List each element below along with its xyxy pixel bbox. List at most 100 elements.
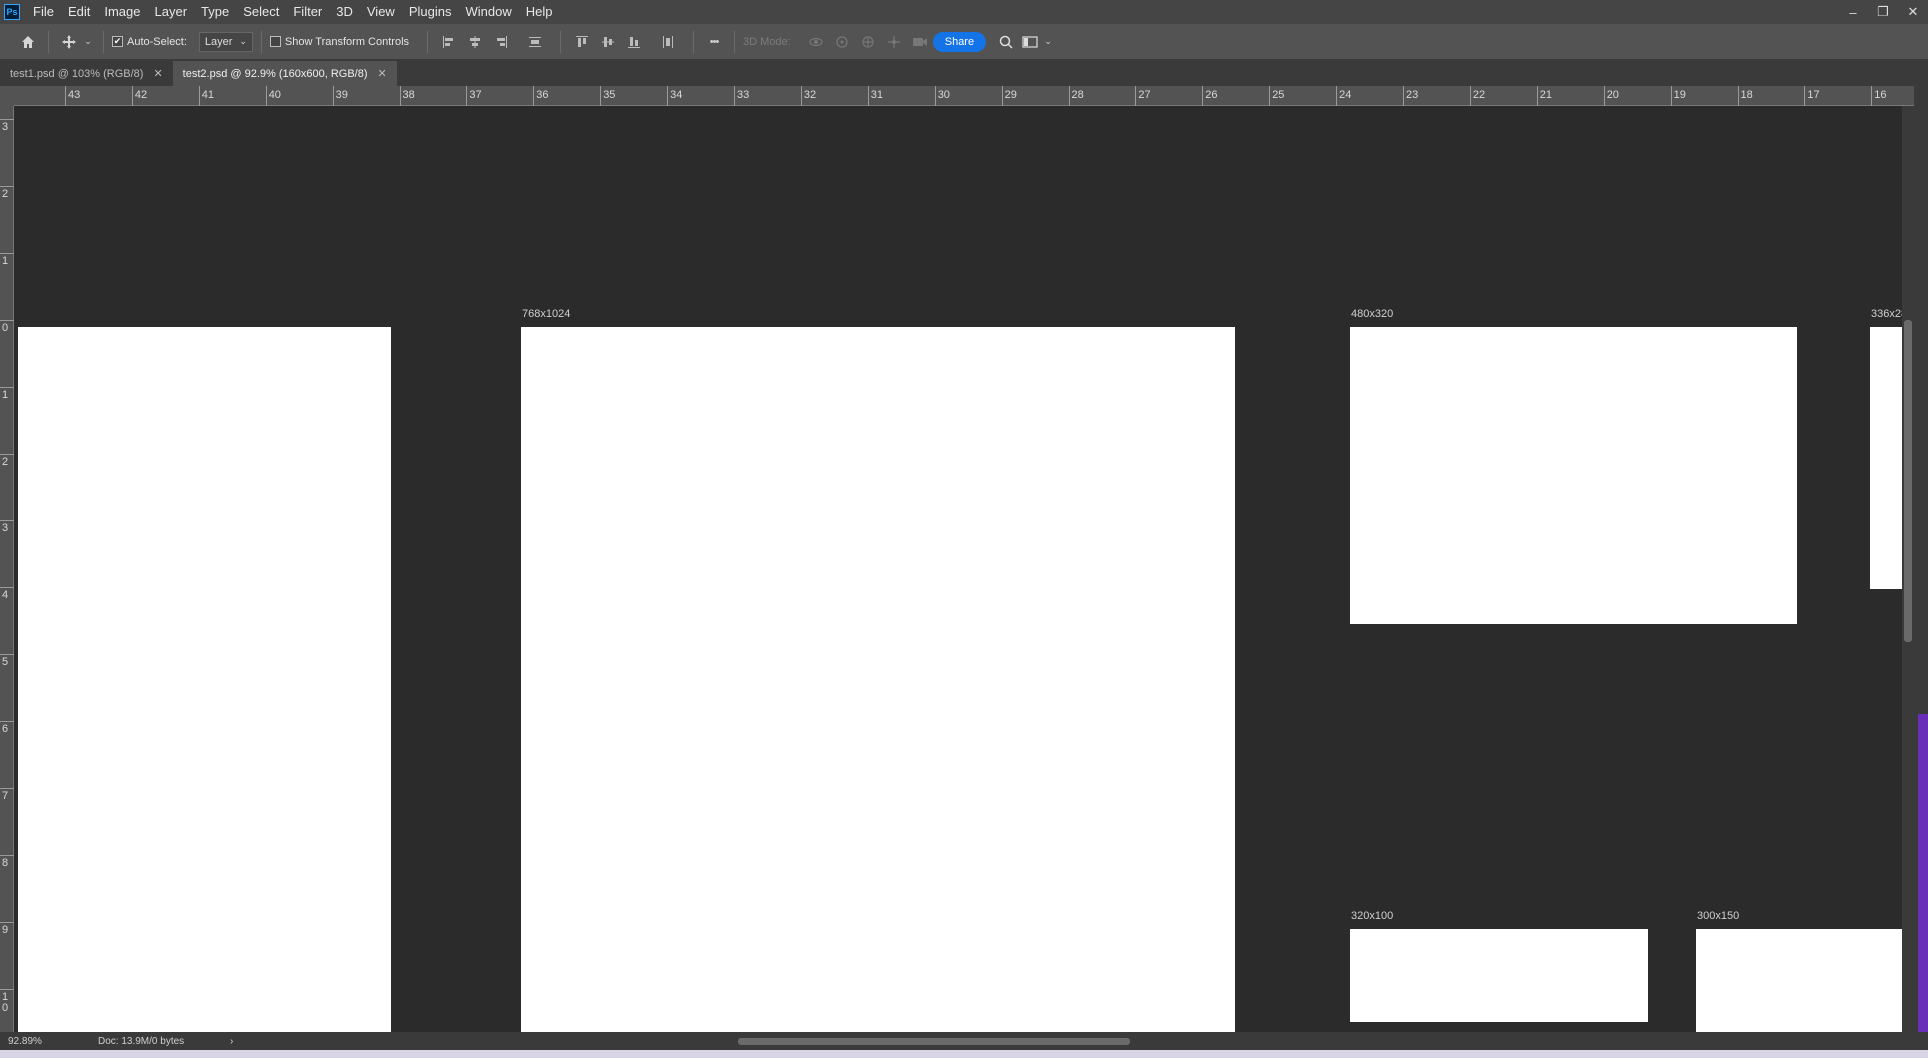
ruler-tick: 18 [1737, 86, 1753, 106]
tab-test2[interactable]: test2.psd @ 92.9% (160x600, RGB/8) ✕ [172, 61, 397, 86]
vertical-ruler[interactable]: 32101234567891 0 [0, 106, 14, 1032]
vertical-scrollbar[interactable] [1902, 106, 1914, 1032]
ruler-tick-label: 39 [335, 89, 348, 101]
artboard-480x320[interactable] [1350, 327, 1797, 624]
horizontal-scrollbar[interactable] [252, 1036, 1902, 1046]
move-tool-icon[interactable] [57, 30, 81, 54]
more-options-button[interactable]: ••• [702, 30, 726, 54]
ruler-tick-label: 27 [1138, 89, 1151, 101]
3d-pan-icon [857, 31, 879, 53]
align-horizontal-centers-icon[interactable] [464, 31, 486, 53]
ruler-tick-label: 21 [1539, 89, 1553, 101]
ruler-corner[interactable] [0, 86, 14, 106]
menu-file[interactable]: File [26, 0, 61, 24]
auto-select-checkbox[interactable]: ✔ [112, 36, 123, 47]
ruler-tick-label: 3 [2, 522, 9, 535]
ruler-tick: 3 [0, 119, 14, 133]
home-icon[interactable] [16, 30, 40, 54]
ruler-tick-label: 36 [536, 89, 549, 101]
artboard-label[interactable]: 768x1024 [522, 308, 570, 320]
3d-mode-label: 3D Mode: [743, 35, 791, 48]
artboard-300x150[interactable] [1696, 929, 1902, 1032]
ruler-tick-label: 5 [2, 656, 9, 669]
horizontal-ruler[interactable]: 43 42 41 40 39 38 37 36 35 34 33 32 31 30 29 28 27 26 25 24… [14, 86, 1914, 106]
restore-button[interactable]: ❐ [1868, 0, 1898, 24]
tool-preset-chevron-icon[interactable]: ⌄ [81, 30, 95, 54]
ruler-tick-label: 26 [1205, 89, 1218, 101]
menu-view[interactable]: View [360, 0, 402, 24]
ruler-tick: 22 [1469, 86, 1485, 106]
artboard-left[interactable] [18, 327, 391, 1032]
menu-image[interactable]: Image [97, 0, 147, 24]
ruler-tick-label: 35 [603, 89, 616, 101]
ruler-tick-label: 38 [402, 89, 415, 101]
ruler-tick-label: 0 [2, 321, 9, 334]
close-tab-icon[interactable]: ✕ [153, 67, 162, 80]
align-top-edges-icon[interactable] [571, 31, 593, 53]
ruler-tick: 34 [667, 86, 682, 106]
ruler-tick-label: 2 [2, 455, 9, 468]
tab-test1[interactable]: test1.psd @ 103% (RGB/8) ✕ [0, 61, 173, 86]
align-vertical-centers-icon[interactable] [597, 31, 619, 53]
menu-window[interactable]: Window [458, 0, 518, 24]
3d-roll-icon [831, 31, 853, 53]
ruler-tick-label: 25 [1272, 89, 1285, 101]
panel-edge-accent [1918, 714, 1928, 1044]
ruler-tick-label: 7 [2, 790, 9, 802]
ruler-tick-label: 1 0 [2, 990, 9, 1014]
close-tab-icon[interactable]: ✕ [378, 67, 387, 80]
artboard-label[interactable]: 320x100 [1351, 910, 1393, 922]
auto-select-toggle[interactable]: ✔ Auto-Select: [112, 36, 187, 48]
minimize-button[interactable]: – [1838, 0, 1868, 24]
document-info: Doc: 13.9M/0 bytes [98, 1035, 185, 1047]
show-transform-label: Show Transform Controls [284, 35, 410, 48]
ruler-tick-label: 24 [1339, 89, 1352, 101]
menu-3d[interactable]: 3D [329, 0, 360, 24]
search-icon[interactable] [994, 30, 1018, 54]
align-right-edges-icon[interactable] [490, 31, 512, 53]
artboard-label[interactable]: 336x28 [1871, 308, 1902, 320]
photoshop-logo-icon[interactable]: Ps [4, 4, 20, 20]
workspace-switcher-icon[interactable] [1018, 30, 1042, 54]
tab-label: test1.psd @ 103% (RGB/8) [10, 67, 144, 80]
menu-layer[interactable]: Layer [148, 0, 195, 24]
menu-edit[interactable]: Edit [61, 0, 97, 24]
canvas-area[interactable]: 768x1024 480x320 336x28 320x100 300x150 [14, 106, 1902, 1032]
ruler-tick-label: 2 [2, 187, 9, 200]
share-button[interactable]: Share [932, 31, 987, 52]
ruler-tick: 43 [65, 86, 80, 106]
close-window-button[interactable]: ✕ [1898, 0, 1928, 24]
ruler-tick: 1 [0, 252, 14, 266]
ruler-tick: 4 [0, 587, 14, 601]
show-transform-checkbox[interactable] [269, 36, 281, 47]
distribute-vertical-icon[interactable] [524, 31, 546, 53]
menu-select[interactable]: Select [236, 0, 286, 24]
menu-help[interactable]: Help [519, 0, 560, 24]
ruler-tick: 9 [0, 921, 14, 935]
align-bottom-edges-icon[interactable] [623, 31, 645, 53]
ruler-tick: 41 [198, 86, 214, 106]
distribute-horizontal-icon[interactable] [657, 31, 679, 53]
artboard-label[interactable]: 300x150 [1697, 910, 1739, 922]
horizontal-scroll-thumb[interactable] [738, 1038, 1130, 1045]
menu-filter[interactable]: Filter [286, 0, 329, 24]
document-tab-bar: test1.psd @ 103% (RGB/8) ✕ test2.psd @ 9… [0, 60, 1928, 86]
status-menu-arrow-icon[interactable]: › [230, 1036, 233, 1047]
artboard-336x280[interactable] [1870, 327, 1902, 589]
artboard-320x100[interactable] [1350, 929, 1648, 1022]
zoom-level[interactable]: 92.89% [8, 1036, 88, 1047]
menu-plugins[interactable]: Plugins [402, 0, 459, 24]
workspace-chevron-icon[interactable]: ⌄ [1042, 30, 1054, 54]
align-left-edges-icon[interactable] [438, 31, 460, 53]
ruler-tick-label: 23 [1406, 89, 1419, 101]
show-transform-toggle[interactable]: Show Transform Controls [269, 35, 410, 48]
3d-orbit-icon [805, 31, 827, 53]
ruler-tick-label: 43 [68, 89, 81, 101]
artboard-label[interactable]: 480x320 [1351, 308, 1393, 320]
menu-type[interactable]: Type [194, 0, 236, 24]
ruler-tick-label: 4 [2, 589, 9, 602]
ruler-tick-label: 1 [2, 254, 9, 267]
auto-select-target-dropdown[interactable]: Layer ⌄ [198, 31, 253, 52]
vertical-scroll-thumb[interactable] [1904, 320, 1912, 642]
artboard-768x1024[interactable] [521, 327, 1235, 1032]
